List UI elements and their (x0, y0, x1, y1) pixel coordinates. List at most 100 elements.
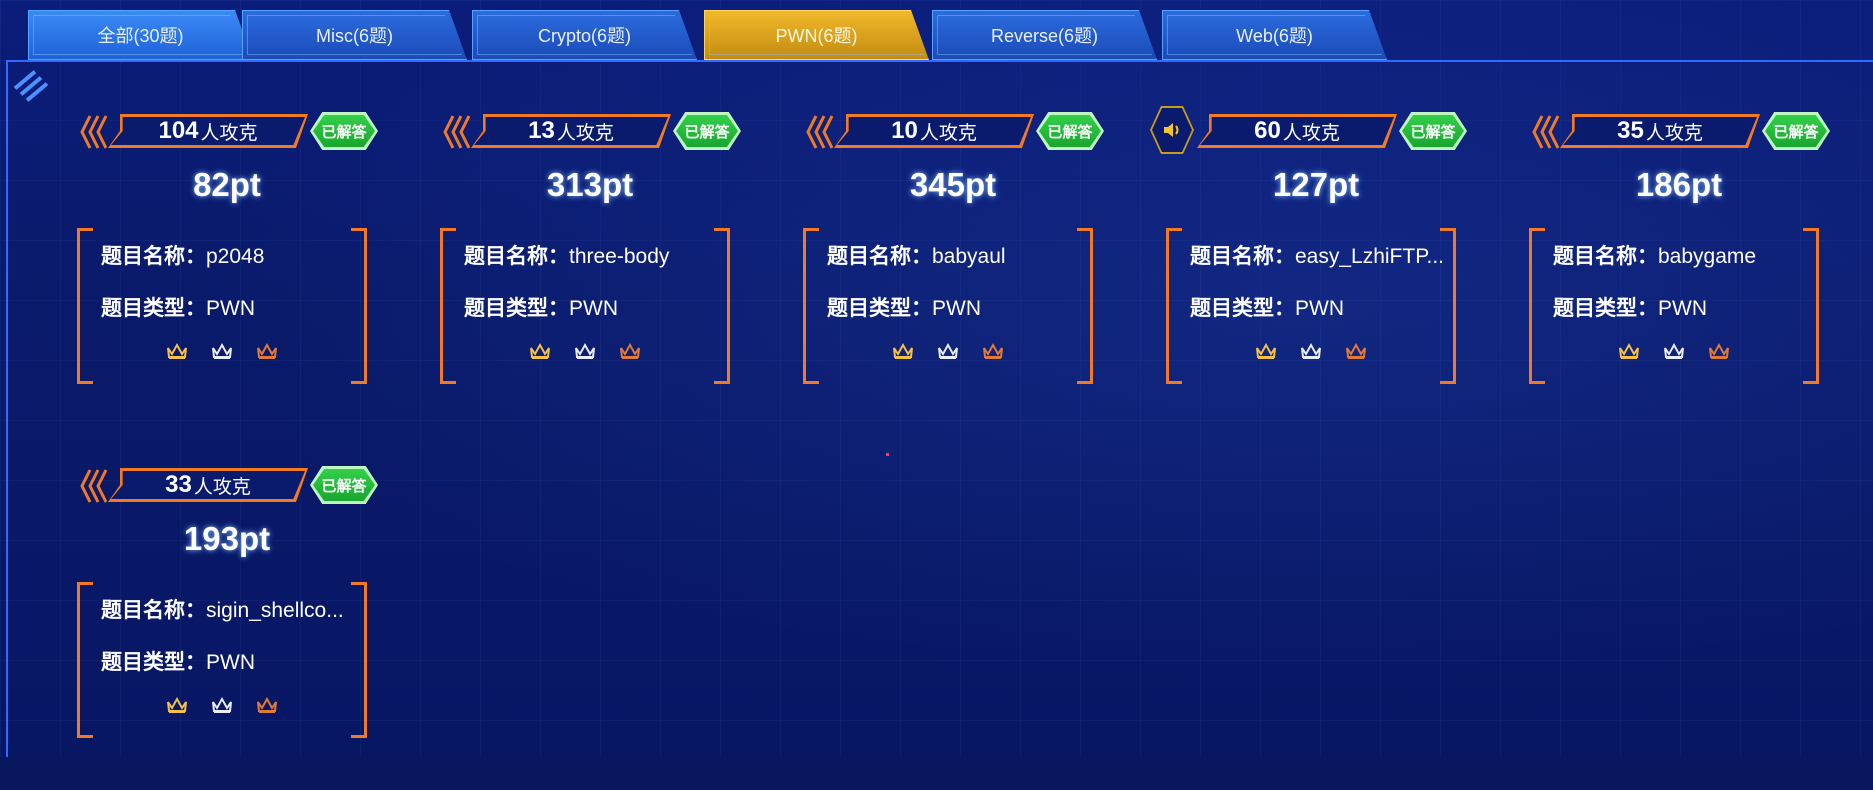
challenge-type-row: 题目类型：PWN (464, 297, 618, 320)
challenge-card[interactable]: 33 人攻克 已解答 193pt 题目名称：sigin_shellco... 题目… (72, 460, 382, 790)
challenge-points: 186pt (1635, 166, 1723, 203)
challenge-card[interactable]: 104 人攻克 已解答 82pt 题目名称：p2048 题目类型：PWN (72, 106, 382, 436)
challenge-name: babyaul (932, 245, 1006, 268)
solvers-count: 10 (891, 117, 918, 144)
bronze-crown-icon (983, 342, 1004, 359)
chevron-left-icon (804, 114, 834, 150)
solvers-suffix: 人攻克 (200, 122, 258, 144)
solved-badge: 已解答 (1762, 112, 1830, 150)
bronze-crown-icon (620, 342, 641, 359)
crowns (1529, 342, 1819, 364)
bronze-crown-icon (1709, 342, 1730, 359)
solvers-count: 13 (528, 117, 555, 144)
challenge-points: 345pt (909, 166, 997, 203)
tab-label: Reverse(6题) (990, 26, 1099, 46)
tab-label: 全部(30题) (97, 26, 184, 46)
challenge-type-row: 题目类型：PWN (101, 297, 255, 320)
silver-crown-icon (1301, 342, 1321, 359)
tab-all[interactable]: 全部(30题) (28, 10, 253, 60)
solvers-count: 35 (1617, 117, 1644, 144)
tab-pwn[interactable]: PWN(6题) (704, 10, 929, 60)
gold-crown-icon (529, 342, 550, 359)
card-header: 33 人攻克 已解答 (72, 460, 382, 510)
challenge-name-row: 题目名称：babygame (1553, 245, 1757, 268)
challenge-card[interactable]: 35 人攻克 已解答 186pt 题目名称：babygame 题目类型：PWN (1524, 106, 1834, 436)
challenge-type: PWN (932, 297, 981, 320)
challenge-type-row: 题目类型：PWN (1190, 297, 1344, 320)
challenge-name-row: 题目名称：p2048 (101, 245, 265, 268)
challenge-type: PWN (1658, 297, 1707, 320)
challenge-points: 127pt (1272, 166, 1360, 203)
tab-label: PWN(6题) (775, 26, 858, 46)
tab-crypto[interactable]: Crypto(6题) (472, 10, 697, 60)
challenge-type-row: 题目类型：PWN (101, 651, 255, 674)
tab-label: Web(6题) (1236, 26, 1313, 46)
crowns (77, 696, 367, 718)
challenge-info-box: 题目名称：three-body 题目类型：PWN (440, 228, 730, 384)
challenge-points: 82pt (193, 166, 261, 203)
solvers-count: 60 (1254, 117, 1281, 144)
solved-badge: 已解答 (1036, 112, 1104, 150)
chevron-left-icon (78, 114, 108, 150)
solvers-tag: 35 人攻克 (1560, 114, 1760, 148)
solvers-suffix: 人攻克 (193, 476, 251, 498)
challenge-info-box: 题目名称：sigin_shellco... 题目类型：PWN (77, 582, 367, 738)
tab-misc[interactable]: Misc(6题) (242, 10, 467, 60)
card-header: 60 人攻克 已解答 (1161, 106, 1471, 156)
challenge-card[interactable]: 13 人攻克 已解答 313pt 题目名称：three-body 题目类型：PWN (435, 106, 745, 436)
challenge-type: PWN (206, 297, 255, 320)
tab-web[interactable]: Web(6题) (1162, 10, 1387, 60)
silver-crown-icon (1664, 342, 1684, 359)
gold-crown-icon (1255, 342, 1276, 359)
red-dot-decoration (886, 453, 889, 456)
solvers-tag: 33 人攻克 (108, 468, 308, 502)
challenge-name: easy_LzhiFTP... (1295, 245, 1445, 268)
crowns (77, 342, 367, 364)
card-header: 104 人攻克 已解答 (72, 106, 382, 156)
solved-badge: 已解答 (310, 112, 378, 150)
challenge-type-row: 题目类型：PWN (1553, 297, 1707, 320)
solvers-tag: 13 人攻克 (471, 114, 671, 148)
crowns (440, 342, 730, 364)
silver-crown-icon (575, 342, 595, 359)
challenge-type-row: 题目类型：PWN (827, 297, 981, 320)
solvers-count: 104 (158, 117, 199, 144)
bronze-crown-icon (257, 342, 278, 359)
solvers-tag: 60 人攻克 (1197, 114, 1397, 148)
solvers-suffix: 人攻克 (1645, 122, 1703, 144)
challenge-name-row: 题目名称：easy_LzhiFTP... (1190, 245, 1445, 268)
challenge-name: sigin_shellco... (206, 599, 344, 622)
card-header: 10 人攻克 已解答 (798, 106, 1108, 156)
silver-crown-icon (938, 342, 958, 359)
challenge-name-row: 题目名称：sigin_shellco... (101, 599, 344, 622)
silver-crown-icon (212, 342, 232, 359)
bronze-crown-icon (1346, 342, 1367, 359)
solvers-tag: 10 人攻克 (834, 114, 1034, 148)
challenge-name: p2048 (206, 245, 265, 268)
gold-crown-icon (166, 696, 187, 713)
solvers-count: 33 (165, 471, 192, 498)
gold-crown-icon (892, 342, 913, 359)
tab-reverse[interactable]: Reverse(6题) (932, 10, 1157, 60)
solvers-suffix: 人攻克 (919, 122, 977, 144)
silver-crown-icon (212, 696, 232, 713)
challenge-card[interactable]: 60 人攻克 已解答 127pt 题目名称：easy_LzhiFTP... 题目类… (1161, 106, 1471, 436)
challenge-card[interactable]: 10 人攻克 已解答 345pt 题目名称：babyaul 题目类型：PWN (798, 106, 1108, 436)
challenge-type: PWN (569, 297, 618, 320)
solved-badge: 已解答 (310, 466, 378, 504)
challenge-info-box: 题目名称：p2048 题目类型：PWN (77, 228, 367, 384)
solved-badge: 已解答 (673, 112, 741, 150)
chevron-left-icon (1530, 114, 1560, 150)
challenge-type: PWN (1295, 297, 1344, 320)
chevron-left-icon (441, 114, 471, 150)
panel-corner-decoration (10, 66, 49, 102)
gold-crown-icon (166, 342, 187, 359)
crowns (803, 342, 1093, 364)
challenge-type: PWN (206, 651, 255, 674)
tab-label: Misc(6题) (316, 26, 393, 46)
challenge-info-box: 题目名称：babygame 题目类型：PWN (1529, 228, 1819, 384)
challenge-info-box: 题目名称：babyaul 题目类型：PWN (803, 228, 1093, 384)
challenge-name: three-body (569, 245, 670, 268)
bronze-crown-icon (257, 696, 278, 713)
challenge-info-box: 题目名称：easy_LzhiFTP... 题目类型：PWN (1166, 228, 1456, 384)
